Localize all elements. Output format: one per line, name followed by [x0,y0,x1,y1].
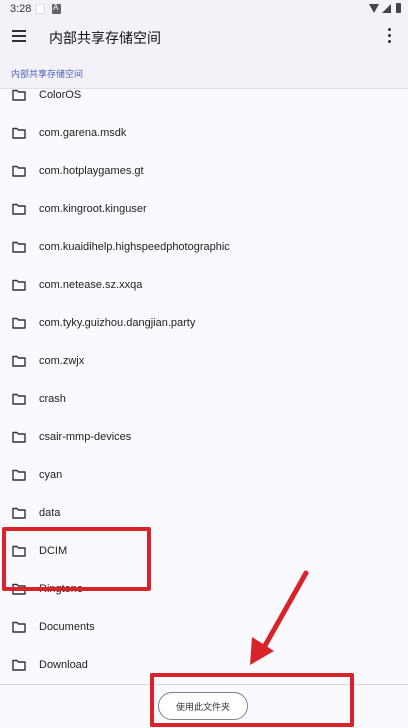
signal-icon [382,4,391,13]
folder-row[interactable]: ColorOS [0,76,408,114]
folder-icon [12,393,26,405]
folder-label: com.kingroot.kinguser [39,203,147,215]
folder-icon [12,89,26,101]
app-notification-icon [52,3,61,14]
folder-row[interactable]: crash [0,380,408,418]
folder-icon [12,317,26,329]
folder-row[interactable]: com.hotplaygames.gt [0,152,408,190]
folder-icon [12,469,26,481]
folder-label: com.garena.msdk [39,127,127,139]
page-title: 内部共享存储空间 [49,30,161,46]
annotation-arrow-icon [250,570,309,665]
battery-icon [396,3,401,13]
folder-icon [12,507,26,519]
annotation-highlight-dcim [2,527,151,591]
folder-icon [12,355,26,367]
folder-label: csair-mmp-devices [39,431,132,443]
folder-icon [12,127,26,139]
status-bar: 3:28 [0,0,408,18]
notification-icon [36,4,45,14]
folder-list: ColorOS com.garena.msdk com.hotplaygames… [0,76,408,686]
folder-label: data [39,507,61,519]
folder-row[interactable]: com.zwjx [0,342,408,380]
folder-label: cyan [39,469,63,481]
folder-icon [12,203,26,215]
folder-label: com.zwjx [39,355,85,367]
folder-row[interactable]: csair-mmp-devices [0,418,408,456]
annotation-highlight-button [150,673,354,727]
folder-icon [12,431,26,443]
folder-row[interactable]: com.garena.msdk [0,114,408,152]
folder-label: com.tyky.guizhou.dangjian.party [39,317,196,329]
folder-label: com.hotplaygames.gt [39,165,144,177]
status-time: 3:28 [10,3,32,15]
folder-row[interactable]: com.tyky.guizhou.dangjian.party [0,304,408,342]
folder-icon [12,621,26,633]
more-vert-icon[interactable] [388,28,392,44]
folder-row[interactable]: com.kingroot.kinguser [0,190,408,228]
folder-row[interactable]: com.netease.sz.xxqa [0,266,408,304]
folder-label: com.netease.sz.xxqa [39,279,143,291]
folder-icon [12,165,26,177]
menu-icon[interactable] [12,30,26,42]
folder-icon [12,279,26,291]
folder-label: com.kuaidihelp.highspeedphotographic [39,241,230,253]
wifi-icon [369,4,379,13]
folder-row[interactable]: com.kuaidihelp.highspeedphotographic [0,228,408,266]
folder-icon [12,659,26,671]
folder-label: Documents [39,621,95,633]
app-bar: 内部共享存储空间 [0,18,408,56]
folder-row[interactable]: cyan [0,456,408,494]
folder-icon [12,241,26,253]
folder-row[interactable]: Documents [0,608,408,646]
folder-label: crash [39,393,66,405]
folder-label: ColorOS [39,89,82,101]
folder-label: Download [39,659,88,671]
